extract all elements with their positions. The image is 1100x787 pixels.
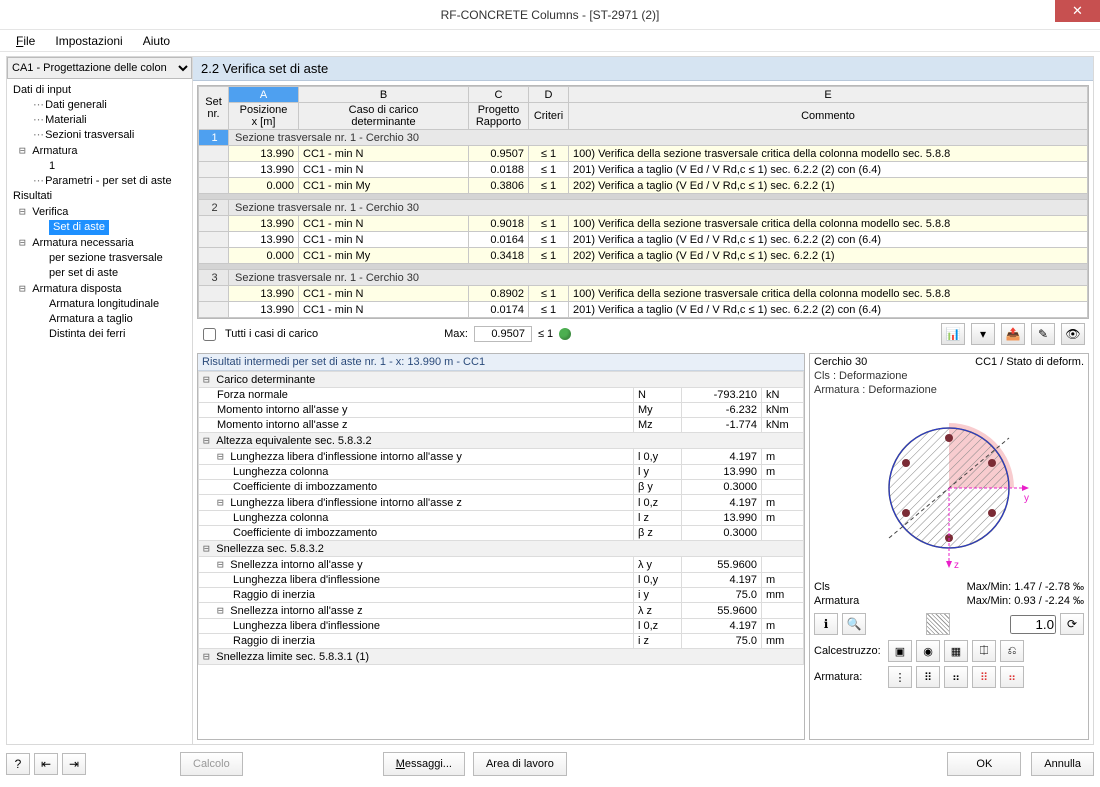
prev-icon[interactable]: ⇤ (34, 753, 58, 775)
table-row[interactable]: 13.990CC1 - min N0.9507≤ 1100) Verifica … (199, 146, 1088, 162)
chart-icon[interactable]: 📊 (941, 323, 965, 345)
menu-settings[interactable]: Impostazioni (47, 32, 130, 50)
col-C[interactable]: C (469, 87, 529, 103)
concrete-opt-4[interactable]: ⎅ (972, 640, 996, 662)
cancel-button[interactable]: Annulla (1031, 752, 1094, 776)
svg-text:z: z (954, 560, 959, 571)
section-preview: Cerchio 30CC1 / Stato di deform. Cls : D… (809, 353, 1089, 740)
status-ok-icon (559, 328, 571, 340)
menu-file[interactable]: FFileile (8, 32, 43, 50)
concrete-opt-2[interactable]: ◉ (916, 640, 940, 662)
rebar-opt-2[interactable]: ⠿ (916, 666, 940, 688)
concrete-opt-3[interactable]: ▦ (944, 640, 968, 662)
tree-per-sezione[interactable]: per sezione trasversale (9, 251, 190, 266)
col-B[interactable]: B (299, 87, 469, 103)
all-cases-checkbox[interactable] (203, 328, 216, 341)
tree-verifica[interactable]: Verifica (9, 204, 190, 220)
hdr-set: Setnr. (199, 87, 229, 130)
tree-arm-long[interactable]: Armatura longitudinale (9, 297, 190, 312)
tree-armatura[interactable]: Armatura (9, 143, 190, 159)
filter-icon[interactable]: ▾ (971, 323, 995, 345)
table-row[interactable]: 13.990CC1 - min N0.0188≤ 1201) Verifica … (199, 162, 1088, 178)
rebar-opt-1[interactable]: ⋮ (888, 666, 912, 688)
grid-controls: Tutti i casi di carico Max: 0.9507 ≤ 1 📊… (197, 319, 1089, 349)
hatch-icon[interactable] (926, 613, 950, 635)
tree-set-aste[interactable]: Set di aste (9, 220, 190, 235)
tree-armatura-1[interactable]: 1 (9, 159, 190, 174)
rebar-opt-5[interactable]: ⠶ (1000, 666, 1024, 688)
messages-button[interactable]: MMessaggi...essaggi... (383, 752, 465, 776)
col-D[interactable]: D (529, 87, 569, 103)
tree-materiali[interactable]: Materiali (9, 113, 190, 128)
svg-text:y: y (1024, 493, 1029, 504)
max-value: 0.9507 (474, 326, 532, 342)
tree-distinta[interactable]: Distinta dei ferri (9, 327, 190, 342)
next-icon[interactable]: ⇥ (62, 753, 86, 775)
table-row[interactable]: 13.990CC1 - min N0.0174≤ 1201) Verifica … (199, 302, 1088, 318)
titlebar: RF-CONCRETE Columns - [ST-2971 (2)] ✕ (0, 0, 1100, 30)
export-icon[interactable]: 📤 (1001, 323, 1025, 345)
concrete-opt-1[interactable]: ▣ (888, 640, 912, 662)
tree-arm-necessaria[interactable]: Armatura necessaria (9, 235, 190, 251)
eye-icon[interactable]: 👁 (1061, 323, 1085, 345)
tree-arm-taglio[interactable]: Armatura a taglio (9, 312, 190, 327)
workspace-button[interactable]: Area di lavoro (473, 752, 567, 776)
help-icon[interactable]: ? (6, 753, 30, 775)
sidebar: CA1 - Progettazione delle colon Dati di … (7, 57, 193, 744)
rp-title: Cerchio 30 (814, 356, 867, 368)
section-diagram: y z (810, 398, 1088, 578)
rebar-opt-3[interactable]: ⠶ (944, 666, 968, 688)
close-button[interactable]: ✕ (1055, 0, 1100, 22)
menu-help[interactable]: Aiuto (135, 32, 178, 50)
table-row[interactable]: 13.990CC1 - min N0.8902≤ 1100) Verifica … (199, 286, 1088, 302)
table-row[interactable]: 13.990CC1 - min N0.0164≤ 1201) Verifica … (199, 232, 1088, 248)
tree-dati-generali[interactable]: Dati generali (9, 98, 190, 113)
table-row[interactable]: 13.990CC1 - min N0.9018≤ 1100) Verifica … (199, 216, 1088, 232)
section-title: 2.2 Verifica set di aste (193, 57, 1093, 81)
calc-button[interactable]: Calcolo (180, 752, 243, 776)
tree-parametri[interactable]: Parametri - per set di aste (9, 174, 190, 189)
tree-sezioni[interactable]: Sezioni trasversali (9, 128, 190, 143)
rebar-opt-4[interactable]: ⠿ (972, 666, 996, 688)
tree-arm-disposta[interactable]: Armatura disposta (9, 281, 190, 297)
info-icon[interactable]: ℹ (814, 613, 838, 635)
case-select[interactable]: CA1 - Progettazione delle colon (7, 57, 192, 79)
intermediate-results: Risultati intermedi per set di aste nr. … (197, 353, 805, 740)
tree-per-set[interactable]: per set di aste (9, 266, 190, 281)
menubar: FFileile Impostazioni Aiuto (0, 30, 1100, 52)
rp-state: CC1 / Stato di deform. (975, 356, 1084, 368)
col-E[interactable]: E (569, 87, 1088, 103)
bottom-bar: ? ⇤ ⇥ Calcolo MMessaggi...essaggi... Are… (6, 747, 1094, 781)
table-row[interactable]: 0.000CC1 - min My0.3418≤ 1202) Verifica … (199, 248, 1088, 264)
refresh-icon[interactable]: ⟳ (1060, 613, 1084, 635)
tree-dati-input[interactable]: Dati di input (9, 83, 190, 98)
results-grid[interactable]: Setnr. A B C D E Posizionex [m] Caso di … (197, 85, 1089, 319)
col-A[interactable]: A (229, 87, 299, 103)
window-title: RF-CONCRETE Columns - [ST-2971 (2)] (441, 8, 660, 22)
inter-caption: Risultati intermedi per set di aste nr. … (198, 354, 804, 371)
ok-button[interactable]: OK (947, 752, 1021, 776)
concrete-opt-5[interactable]: ⎌ (1000, 640, 1024, 662)
nav-tree: Dati di input Dati generali Materiali Se… (7, 79, 192, 744)
edit-icon[interactable]: ✎ (1031, 323, 1055, 345)
tree-risultati[interactable]: Risultati (9, 189, 190, 204)
zoom-icon[interactable]: 🔍 (842, 613, 866, 635)
zoom-input[interactable] (1010, 615, 1056, 634)
table-row[interactable]: 0.000CC1 - min My0.3806≤ 1202) Verifica … (199, 178, 1088, 194)
